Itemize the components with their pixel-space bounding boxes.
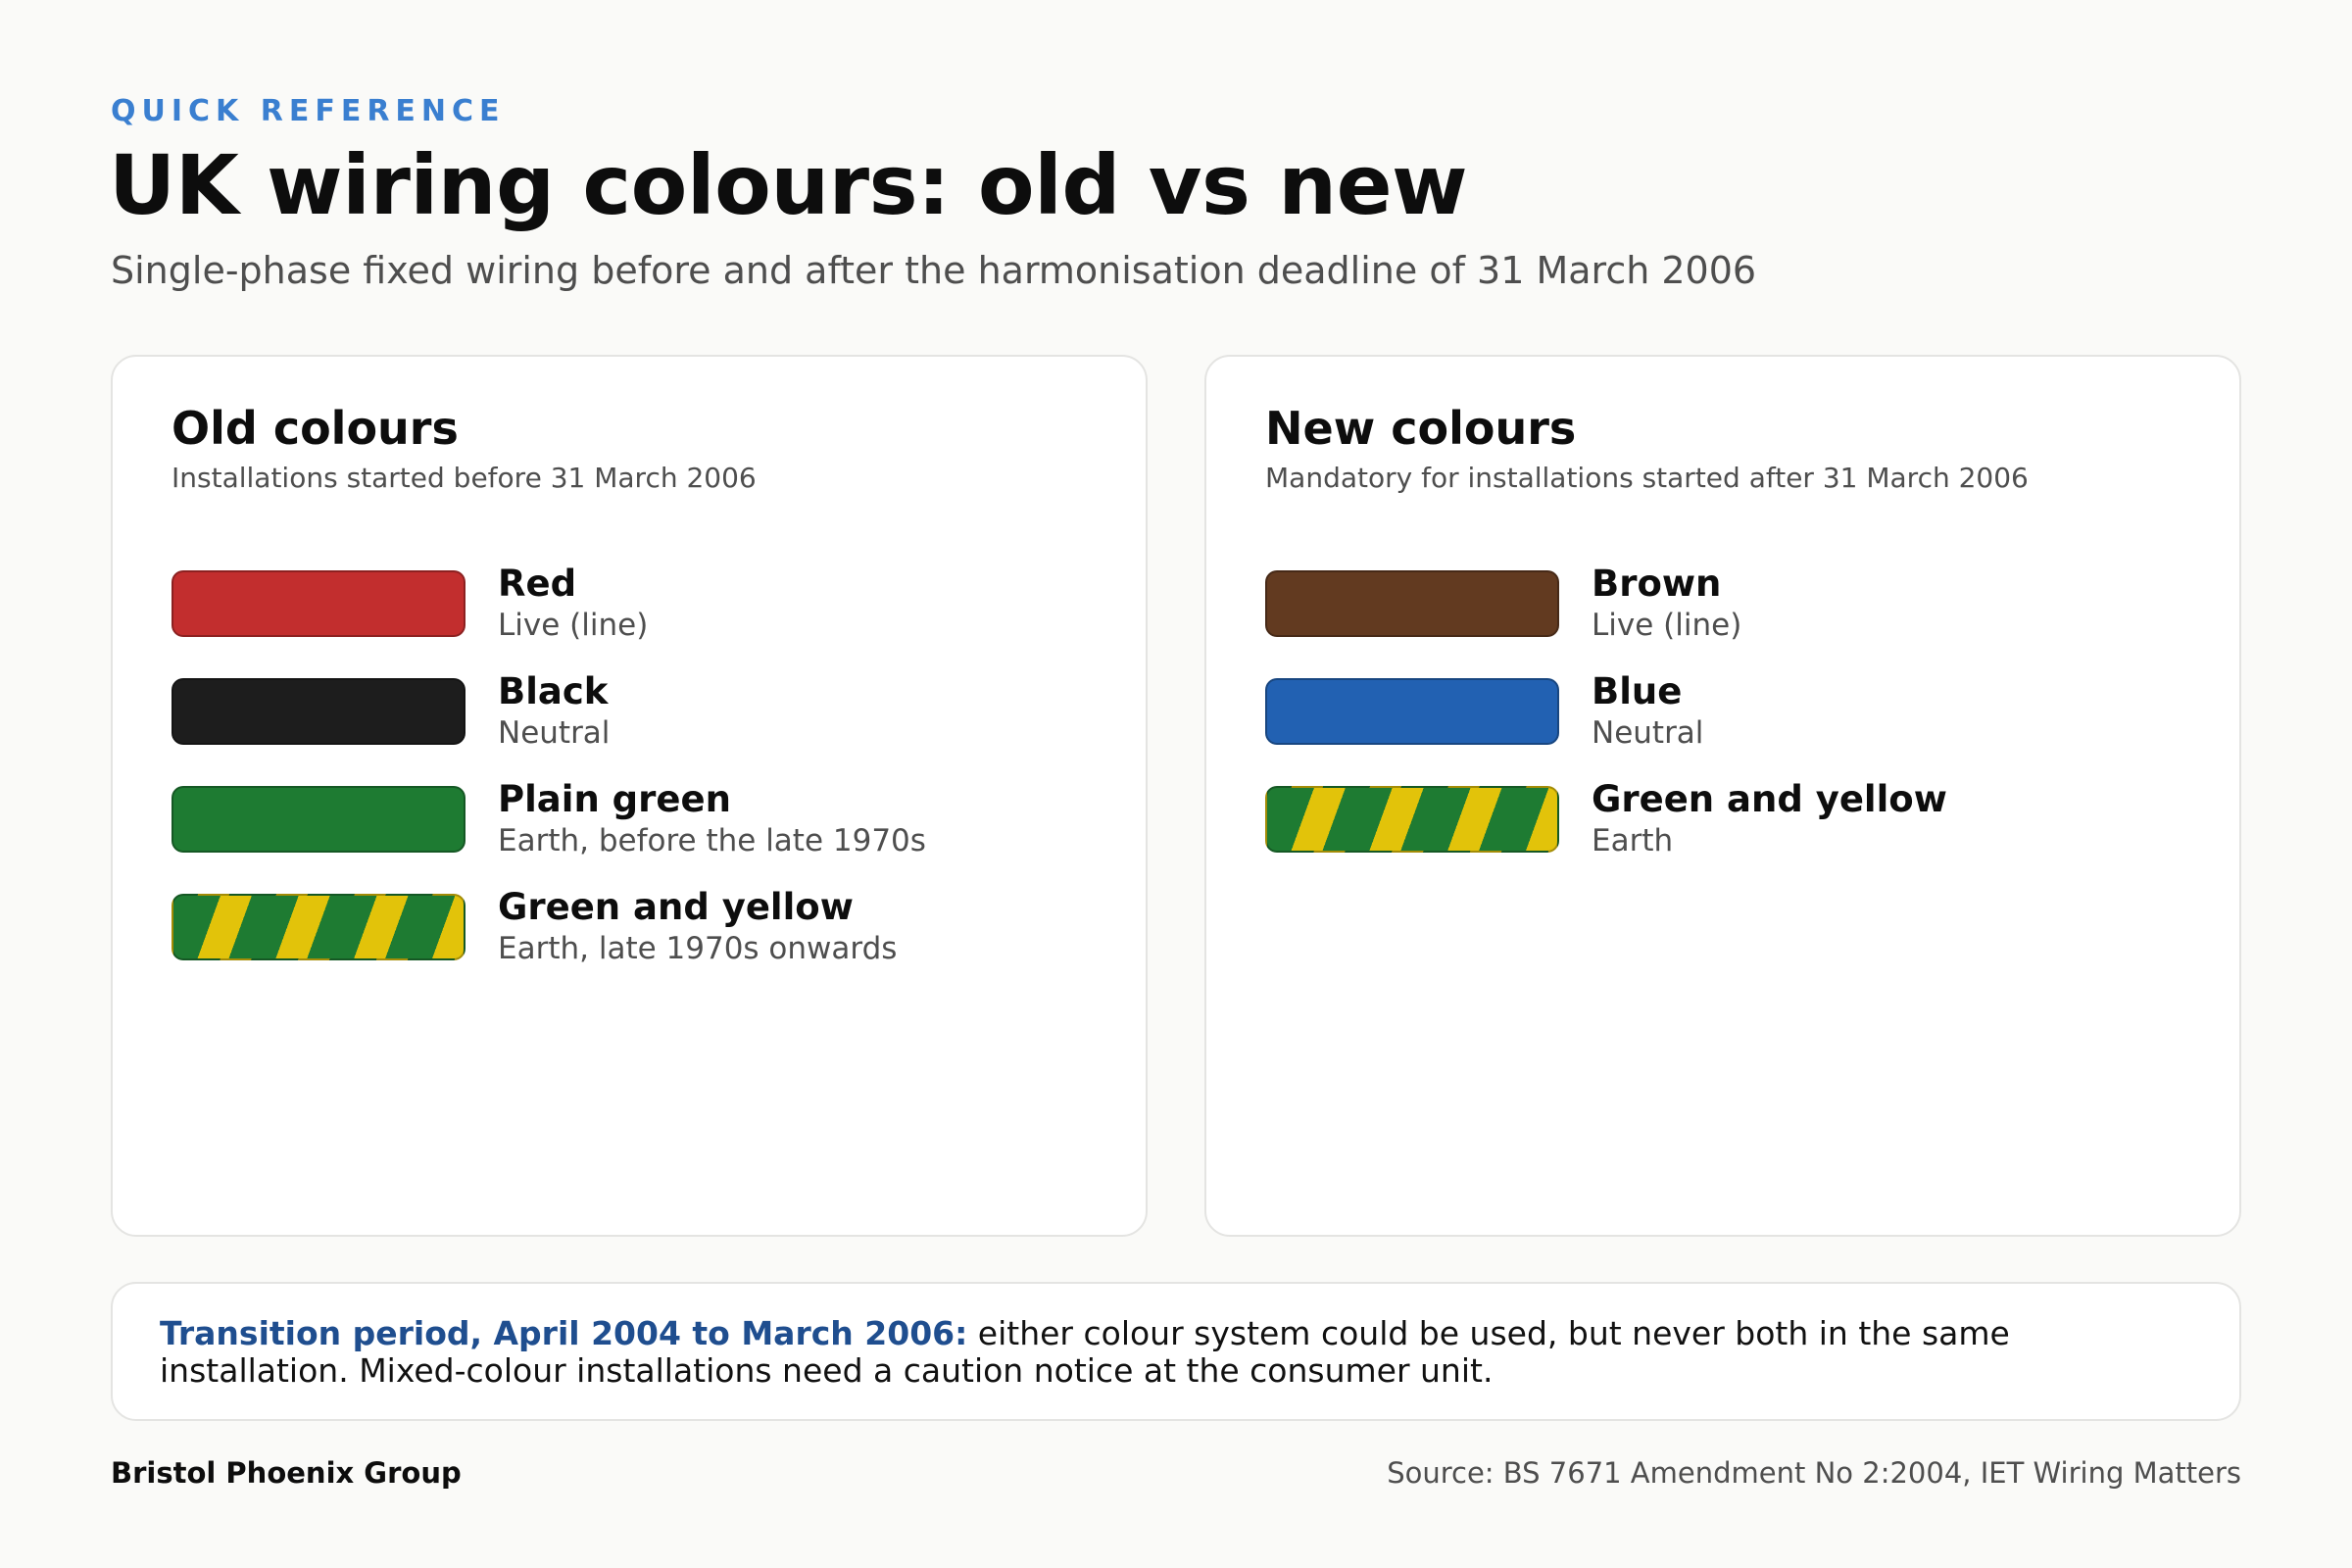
old-card-title: Old colours — [172, 402, 459, 455]
new-card-title: New colours — [1265, 402, 1577, 455]
row-text: Green and yellow Earth, late 1970s onwar… — [498, 885, 898, 967]
old-colour-list: Red Live (line) Black Neutral Plain gree… — [172, 564, 1087, 996]
wire-role: Neutral — [1592, 715, 1704, 752]
list-item: Blue Neutral — [1265, 669, 2180, 780]
row-text: Plain green Earth, before the late 1970s — [498, 777, 926, 859]
wire-swatch — [172, 785, 466, 853]
list-item: Green and yellow Earth, late 1970s onwar… — [172, 885, 1087, 996]
old-colours-card: Old colours Installations started before… — [111, 355, 1148, 1237]
wire-colour-name: Plain green — [498, 777, 731, 820]
transition-note: Transition period, April 2004 to March 2… — [111, 1282, 2241, 1421]
wire-colour-name: Blue — [1592, 669, 1683, 712]
row-text: Green and yellow Earth — [1592, 777, 1947, 859]
wire-role: Earth, late 1970s onwards — [498, 931, 898, 967]
list-item: Brown Live (line) — [1265, 564, 2180, 672]
new-card-subtitle: Mandatory for installations started afte… — [1265, 461, 2029, 494]
page-subtitle: Single-phase fixed wiring before and aft… — [111, 249, 1757, 292]
wire-swatch — [172, 569, 466, 637]
wire-swatch — [1265, 785, 1559, 853]
new-colours-card: New colours Mandatory for installations … — [1204, 355, 2241, 1237]
wire-role: Earth, before the late 1970s — [498, 823, 926, 859]
wire-role: Live (line) — [498, 608, 649, 644]
transition-note-lead: Transition period, April 2004 to March 2… — [160, 1314, 968, 1352]
wire-role: Live (line) — [1592, 608, 1742, 644]
eyebrow-label: QUICK REFERENCE — [111, 94, 506, 128]
wire-colour-name: Green and yellow — [1592, 777, 1947, 820]
new-colour-list: Brown Live (line) Blue Neutral Green and… — [1265, 564, 2180, 888]
list-item: Red Live (line) — [172, 564, 1087, 672]
wire-colour-name: Brown — [1592, 562, 1722, 605]
wire-role: Earth — [1592, 823, 1674, 859]
row-text: Blue Neutral — [1592, 669, 1704, 752]
wire-colour-name: Red — [498, 562, 577, 605]
row-text: Red Live (line) — [498, 562, 649, 644]
wire-colour-name: Black — [498, 669, 609, 712]
row-text: Brown Live (line) — [1592, 562, 1742, 644]
footer-brand: Bristol Phoenix Group — [111, 1456, 462, 1490]
wire-swatch — [172, 893, 466, 960]
footer-source: Source: BS 7671 Amendment No 2:2004, IET… — [1387, 1456, 2241, 1490]
page-title: UK wiring colours: old vs new — [109, 137, 1468, 233]
row-text: Black Neutral — [498, 669, 611, 752]
list-item: Green and yellow Earth — [1265, 777, 2180, 888]
list-item: Black Neutral — [172, 669, 1087, 780]
wire-colour-name: Green and yellow — [498, 885, 854, 928]
list-item: Plain green Earth, before the late 1970s — [172, 777, 1087, 888]
wire-swatch — [172, 677, 466, 745]
wire-swatch — [1265, 677, 1559, 745]
page: QUICK REFERENCE UK wiring colours: old v… — [0, 0, 2352, 1568]
old-card-subtitle: Installations started before 31 March 20… — [172, 461, 757, 494]
wire-role: Neutral — [498, 715, 611, 752]
wire-swatch — [1265, 569, 1559, 637]
